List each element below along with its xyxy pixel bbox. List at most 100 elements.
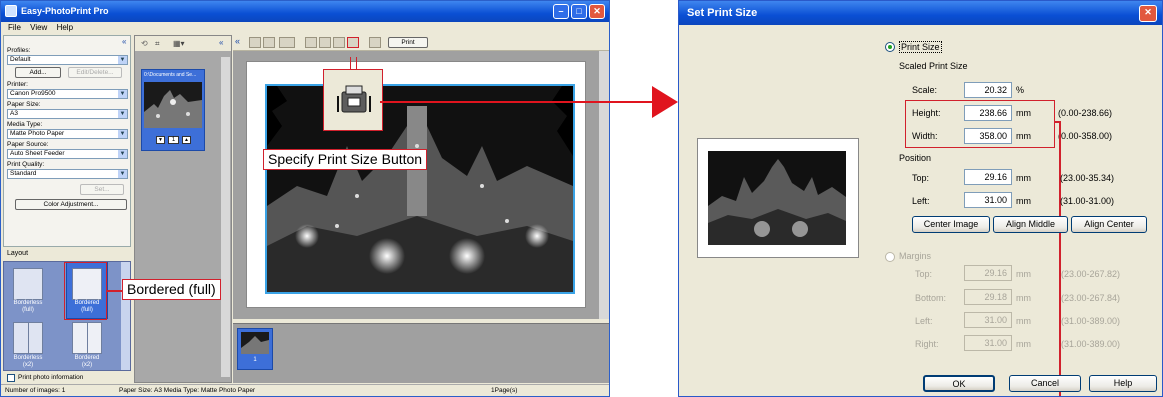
margin-top-input[interactable]: 29.16: [964, 265, 1012, 281]
margin-left-input[interactable]: 31.00: [964, 312, 1012, 328]
view-mode-icon[interactable]: ▦▾: [173, 39, 185, 48]
scale-unit: %: [1016, 85, 1025, 95]
layout-icon[interactable]: [279, 37, 295, 48]
top-unit: mm: [1016, 173, 1031, 183]
status-bar: Number of images: 1 Paper Size: A3 Media…: [1, 384, 609, 396]
cancel-button[interactable]: Cancel: [1009, 375, 1081, 392]
set-button[interactable]: Set...: [80, 184, 124, 195]
layout-borderless-x2[interactable]: [13, 322, 43, 354]
top-range: (23.00-35.34): [1060, 173, 1115, 183]
bordered-full-callout: Bordered (full): [122, 279, 221, 300]
layout-borderless-full[interactable]: [13, 268, 43, 300]
dialog-title: Set Print Size: [687, 7, 758, 19]
top-label: Top:: [912, 173, 930, 183]
top-input[interactable]: 29.16: [964, 169, 1012, 185]
close-button[interactable]: ✕: [589, 4, 605, 19]
thumbnail-path: 0:\Documents and Se...: [144, 72, 197, 78]
center-image-button[interactable]: Center Image: [912, 216, 990, 233]
chevron-down-icon: ▼: [118, 150, 127, 158]
rotate-right-icon[interactable]: [319, 37, 331, 48]
print-preview-icon[interactable]: [369, 37, 381, 48]
collapse-chevron-icon[interactable]: «: [235, 36, 240, 46]
thumbnail-photo: [144, 82, 202, 128]
left-label: Left:: [912, 196, 930, 206]
print-size-radio[interactable]: [885, 42, 895, 52]
add-profile-button[interactable]: Add...: [15, 67, 61, 78]
printer-select[interactable]: Canon Pro9500 ▼: [7, 89, 128, 99]
position-label: Position: [899, 153, 932, 163]
connector-arrow: [380, 86, 678, 118]
help-button[interactable]: Help: [1089, 375, 1157, 392]
margin-bottom-range: (23.00-267.84): [1061, 293, 1121, 303]
strip-count: 1: [253, 357, 257, 363]
print-quality-select[interactable]: Standard ▼: [7, 169, 128, 179]
print-photo-info-label: Print photo information: [18, 374, 84, 381]
chevron-down-icon: ▼: [118, 110, 127, 118]
color-adjustment-button[interactable]: Color Adjustment...: [15, 199, 127, 210]
collapse-chevron-icon[interactable]: «: [122, 37, 126, 46]
image-strip: 1: [233, 323, 609, 383]
layout-label: Borderless (full): [13, 300, 43, 313]
paper-size-select[interactable]: A3 ▼: [7, 109, 128, 119]
layout-label: Layout: [7, 250, 29, 257]
print-size-callout: Specify Print Size Button: [263, 149, 428, 170]
next-page-icon[interactable]: ▲: [182, 136, 191, 144]
page-thumbnail[interactable]: 0:\Documents and Se... ▼ 1 ▲: [141, 69, 205, 151]
page-number: 1: [168, 136, 179, 144]
strip-thumbnail[interactable]: 1: [237, 328, 273, 370]
scale-input[interactable]: 20.32: [964, 82, 1012, 98]
align-middle-button[interactable]: Align Middle: [993, 216, 1068, 233]
print-quality-label: Print Quality:: [7, 161, 45, 168]
media-type-select[interactable]: Matte Photo Paper ▼: [7, 129, 128, 139]
forward-icon[interactable]: [263, 37, 275, 48]
scale-label: Scale:: [912, 85, 938, 95]
margin-right-input[interactable]: 31.00: [964, 335, 1012, 351]
margin-left-range: (31.00-389.00): [1061, 316, 1121, 326]
menu-file[interactable]: File: [8, 23, 21, 32]
back-icon[interactable]: [249, 37, 261, 48]
rotate-left-icon[interactable]: [305, 37, 317, 48]
maximize-button[interactable]: □: [571, 4, 587, 19]
rotate-icon[interactable]: ⟲: [141, 39, 148, 48]
thumbnail-scrollbar[interactable]: [221, 57, 230, 377]
crop-icon[interactable]: ⌗: [155, 39, 160, 49]
scaled-print-size-label: Scaled Print Size: [899, 61, 968, 71]
title-bar[interactable]: Easy-PhotoPrint Pro – □ ✕: [1, 1, 609, 22]
prev-page-icon[interactable]: ▼: [156, 136, 165, 144]
menu-view[interactable]: View: [30, 23, 47, 32]
set-print-size-dialog: Set Print Size ✕ Print Size Scaled Print…: [678, 0, 1163, 397]
edit-delete-button[interactable]: Edit/Delete...: [68, 67, 122, 78]
chevron-down-icon: ▼: [118, 56, 127, 64]
margin-top-unit: mm: [1016, 269, 1031, 279]
layout-bordered-x2[interactable]: [72, 322, 102, 354]
left-range: (31.00-31.00): [1060, 196, 1115, 206]
print-size-button-zoom: [323, 69, 383, 131]
ok-button[interactable]: OK: [923, 375, 995, 392]
printer-label: Printer:: [7, 81, 28, 88]
margin-bottom-input[interactable]: 29.18: [964, 289, 1012, 305]
margin-left-label: Left:: [915, 316, 933, 326]
collapse-chevron-icon[interactable]: «: [219, 38, 223, 47]
print-button[interactable]: Print: [388, 37, 428, 48]
print-size-icon[interactable]: [347, 37, 359, 48]
chevron-down-icon: ▼: [118, 130, 127, 138]
trim-icon[interactable]: [333, 37, 345, 48]
paper-source-label: Paper Source:: [7, 141, 49, 148]
dialog-preview: [697, 138, 859, 258]
left-input[interactable]: 31.00: [964, 192, 1012, 208]
window-title: Easy-PhotoPrint Pro: [21, 6, 109, 16]
menu-help[interactable]: Help: [57, 23, 73, 32]
margin-right-unit: mm: [1016, 339, 1031, 349]
margins-radio[interactable]: [885, 252, 895, 262]
left-unit: mm: [1016, 196, 1031, 206]
callout-connector: [350, 57, 357, 69]
paper-source-select[interactable]: Auto Sheet Feeder ▼: [7, 149, 128, 159]
margin-bottom-unit: mm: [1016, 293, 1031, 303]
close-button[interactable]: ✕: [1139, 5, 1157, 22]
align-center-button[interactable]: Align Center: [1071, 216, 1147, 233]
profiles-select[interactable]: Default ▼: [7, 55, 128, 65]
dialog-title-bar[interactable]: Set Print Size ✕: [679, 1, 1162, 25]
highlight-connector-vertical: [1059, 121, 1061, 396]
print-photo-info-checkbox[interactable]: [7, 374, 15, 382]
minimize-button[interactable]: –: [553, 4, 569, 19]
